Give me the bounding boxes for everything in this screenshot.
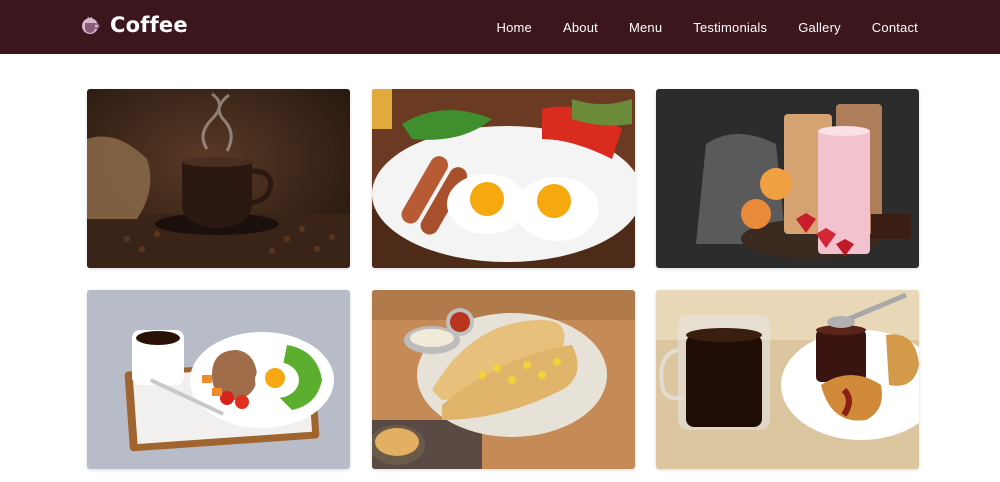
gallery-image-smoothies[interactable] <box>656 89 919 268</box>
gallery-image-coffee-cup[interactable] <box>87 89 350 268</box>
eggs-sausages-photo <box>371 89 635 268</box>
coffee-cup-icon <box>82 16 100 34</box>
gallery-grid <box>87 89 919 469</box>
nav-home[interactable]: Home <box>496 20 531 35</box>
nav-testimonials[interactable]: Testimonials <box>693 20 767 35</box>
coffee-cup-photo <box>87 89 350 268</box>
nav-gallery[interactable]: Gallery <box>798 20 841 35</box>
tray-breakfast-photo <box>87 290 350 469</box>
gallery-image-eggs-sausages[interactable] <box>371 89 635 268</box>
brand-logo[interactable]: Coffee <box>80 12 188 38</box>
gallery-image-tray-breakfast[interactable] <box>87 290 350 469</box>
gallery-image-coffee-croissant[interactable] <box>656 290 919 469</box>
nav-menu[interactable]: Menu <box>629 20 662 35</box>
nav-about[interactable]: About <box>563 20 598 35</box>
breakfast-wraps-photo <box>371 290 635 469</box>
navbar: Coffee Home About Menu Testimonials Gall… <box>0 0 1000 54</box>
brand-name: Coffee <box>110 13 188 37</box>
smoothies-photo <box>656 89 919 268</box>
coffee-croissant-photo <box>656 290 919 469</box>
main-nav: Home About Menu Testimonials Gallery Con… <box>496 0 918 54</box>
gallery-image-breakfast-wraps[interactable] <box>371 290 635 469</box>
nav-contact[interactable]: Contact <box>872 20 918 35</box>
